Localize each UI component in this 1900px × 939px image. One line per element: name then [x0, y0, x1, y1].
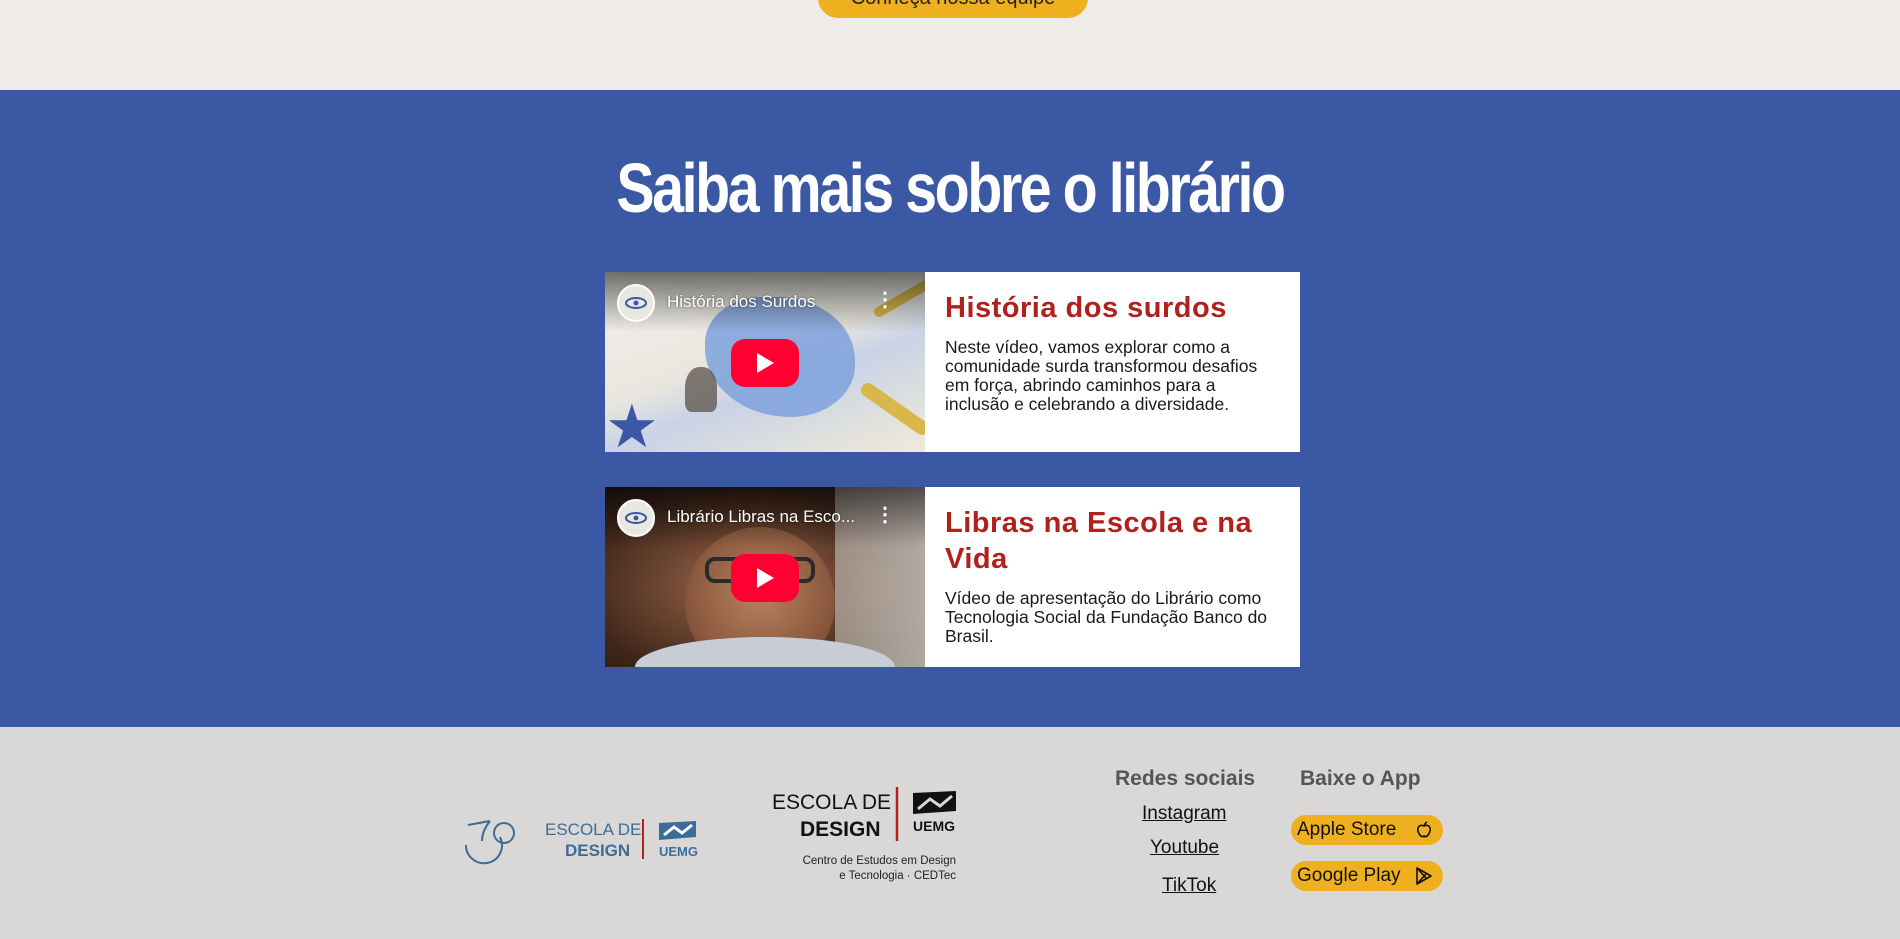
logo1-line1: ESCOLA DE — [545, 820, 641, 839]
top-strip: Conheça nossa equipe — [0, 0, 1900, 90]
video-player[interactable]: Librário Libras na Esco... ⋮ — [605, 487, 925, 667]
youtube-link[interactable]: Youtube — [1150, 837, 1219, 859]
logo2-sub1: Centro de Estudos em Design — [803, 855, 956, 867]
videos-section: Saiba mais sobre o librário ★ História d… — [0, 90, 1900, 727]
footer: ESCOLA DE DESIGN UEMG ESCOLA DE DESIGN U… — [0, 727, 1900, 939]
video-player[interactable]: ★ História dos Surdos ⋮ — [605, 272, 925, 452]
logo1-org: UEMG — [659, 844, 698, 859]
google-play-label: Google Play — [1297, 865, 1401, 886]
logo2-sub2: e Tecnologia · CEDTec — [839, 870, 956, 882]
instagram-link[interactable]: Instagram — [1142, 803, 1226, 825]
logo2-line2: DESIGN — [800, 818, 881, 841]
section-title: Saiba mais sobre o librário — [616, 149, 1286, 227]
card-heading: Libras na Escola e na Vida — [945, 507, 1253, 575]
channel-logo-icon[interactable] — [617, 284, 655, 322]
video-card: ★ História dos Surdos ⋮ História dos sur… — [605, 272, 1300, 452]
card-description: Neste vídeo, vamos explorar como a comun… — [945, 337, 1258, 414]
play-icon[interactable] — [731, 554, 799, 602]
logo2-org: UEMG — [913, 818, 955, 834]
logo1-line2: DESIGN — [565, 841, 630, 860]
play-icon[interactable] — [731, 339, 799, 387]
google-play-button[interactable]: Google Play — [1291, 861, 1443, 891]
thumbnail-decoration — [858, 380, 925, 438]
team-button[interactable]: Conheça nossa equipe — [818, 0, 1088, 18]
star-shape: ★ — [605, 393, 659, 453]
more-vert-icon[interactable]: ⋮ — [875, 290, 895, 310]
card-text: História dos surdos Neste vídeo, vamos e… — [925, 272, 1300, 452]
google-play-icon — [1416, 867, 1432, 885]
apple-store-label: Apple Store — [1297, 819, 1397, 840]
video-title[interactable]: História dos Surdos — [667, 292, 815, 312]
cedtec-logo: ESCOLA DE DESIGN UEMG Centro de Estudos … — [772, 787, 956, 882]
channel-logo-icon[interactable] — [617, 499, 655, 537]
card-description: Vídeo de apresentação do Librário como T… — [945, 588, 1268, 646]
apple-icon — [1417, 821, 1431, 838]
card-heading: História dos surdos — [945, 292, 1227, 324]
video-thumbnail-portrait — [685, 367, 717, 412]
app-title: Baixe o App — [1300, 767, 1421, 790]
video-title[interactable]: Librário Libras na Esco... — [667, 507, 855, 527]
more-vert-icon[interactable]: ⋮ — [875, 505, 895, 525]
tiktok-link[interactable]: TikTok — [1162, 875, 1216, 897]
card-text: Libras na Escola e na Vida Vídeo de apre… — [925, 487, 1300, 667]
apple-store-button[interactable]: Apple Store — [1291, 815, 1443, 845]
escola-design-logo: ESCOLA DE DESIGN UEMG — [464, 819, 698, 865]
social-title: Redes sociais — [1115, 767, 1256, 790]
video-card: Librário Libras na Esco... ⋮ Libras na E… — [605, 487, 1300, 667]
logo2-line1: ESCOLA DE — [772, 791, 891, 814]
